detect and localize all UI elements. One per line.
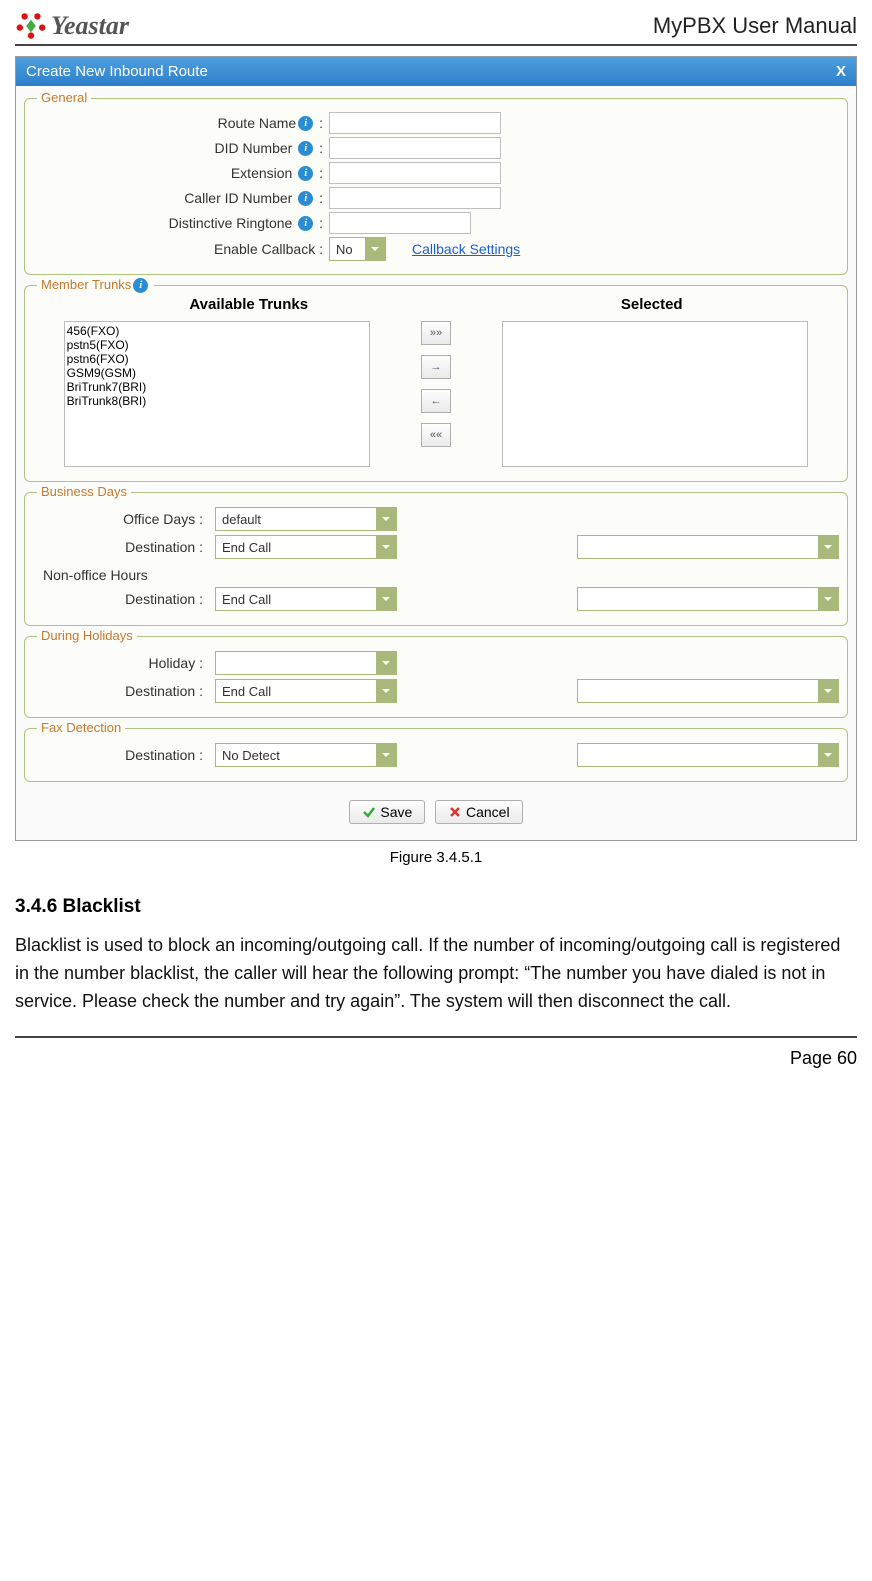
list-item[interactable]: 456(FXO) (67, 324, 367, 338)
chevron-down-icon (818, 744, 838, 766)
save-button[interactable]: Save (349, 800, 425, 824)
logo-text: Yeastar (51, 11, 129, 41)
figure-caption: Figure 3.4.5.1 (15, 849, 857, 866)
page-footer: Page 60 (15, 1036, 857, 1069)
info-icon[interactable]: i (133, 278, 148, 293)
info-icon[interactable]: i (298, 116, 313, 131)
page-number: Page 60 (790, 1048, 857, 1068)
extension-label: Extension (231, 165, 292, 181)
modal-close-button[interactable]: X (836, 63, 846, 80)
info-icon[interactable]: i (298, 141, 313, 156)
holiday-destination-select[interactable]: End Call (215, 679, 397, 703)
chevron-down-icon (376, 588, 396, 610)
holiday-destination-target-select[interactable] (577, 679, 839, 703)
selected-trunks-header: Selected (621, 296, 683, 313)
colon: : (319, 190, 323, 206)
check-icon (362, 805, 376, 819)
office-days-select[interactable]: default (215, 507, 397, 531)
modal-actions: Save Cancel (24, 792, 848, 832)
colon: : (319, 241, 323, 257)
move-right-button[interactable]: → (421, 355, 451, 379)
colon: : (319, 165, 323, 181)
distinctive-ringtone-input[interactable] (329, 212, 471, 234)
chevron-down-icon (818, 680, 838, 702)
list-item[interactable]: GSM9(GSM) (67, 366, 367, 380)
chevron-down-icon (376, 536, 396, 558)
logo: Yeastar (15, 10, 129, 42)
route-name-label: Route Name (218, 115, 297, 131)
member-trunks-fieldset: Member Trunksi Available Trunks Selected… (24, 285, 848, 482)
list-item[interactable]: BriTrunk8(BRI) (67, 394, 367, 408)
business-days-fieldset: Business Days Office Days : default Dest… (24, 492, 848, 626)
office-days-label: Office Days (123, 511, 195, 527)
chevron-down-icon (376, 652, 396, 674)
destination-label: Destination (125, 747, 195, 763)
chevron-down-icon (365, 238, 385, 260)
fax-destination-select[interactable]: No Detect (215, 743, 397, 767)
member-trunks-legend: Member Trunksi (37, 277, 154, 293)
doc-title: MyPBX User Manual (653, 13, 857, 39)
colon: : (319, 215, 323, 231)
available-trunks-list[interactable]: 456(FXO) pstn5(FXO) pstn6(FXO) GSM9(GSM)… (64, 321, 370, 467)
chevron-down-icon (818, 536, 838, 558)
doc-header: Yeastar MyPBX User Manual (15, 10, 857, 46)
x-icon (448, 805, 462, 819)
chevron-down-icon (376, 508, 396, 530)
distinctive-ringtone-label: Distinctive Ringtone (169, 215, 293, 231)
holiday-select[interactable] (215, 651, 397, 675)
enable-callback-label: Enable Callback (214, 241, 315, 257)
chevron-down-icon (376, 744, 396, 766)
callback-settings-link[interactable]: Callback Settings (412, 241, 520, 257)
did-number-label: DID Number (215, 140, 293, 156)
list-item[interactable]: pstn5(FXO) (67, 338, 367, 352)
info-icon[interactable]: i (298, 166, 313, 181)
non-office-destination-select[interactable]: End Call (215, 587, 397, 611)
general-fieldset: General Route Namei : DID Number i : (24, 98, 848, 275)
modal-title-text: Create New Inbound Route (26, 63, 208, 80)
selected-trunks-list[interactable] (502, 321, 808, 467)
enable-callback-select[interactable]: No (329, 237, 386, 261)
bd-destination-target-select[interactable] (577, 535, 839, 559)
colon: : (319, 140, 323, 156)
info-icon[interactable]: i (298, 216, 313, 231)
destination-label: Destination (125, 683, 195, 699)
section-paragraph: Blacklist is used to block an incoming/o… (15, 932, 857, 1016)
business-days-legend: Business Days (37, 484, 131, 499)
holiday-label: Holiday (149, 655, 196, 671)
fax-detection-fieldset: Fax Detection Destination : No Detect (24, 728, 848, 782)
caller-id-label: Caller ID Number (184, 190, 292, 206)
colon: : (319, 115, 323, 131)
destination-label: Destination (125, 591, 195, 607)
during-holidays-legend: During Holidays (37, 628, 137, 643)
route-name-input[interactable] (329, 112, 501, 134)
list-item[interactable]: BriTrunk7(BRI) (67, 380, 367, 394)
did-number-input[interactable] (329, 137, 501, 159)
modal-titlebar: Create New Inbound Route X (16, 57, 856, 86)
info-icon[interactable]: i (298, 191, 313, 206)
general-legend: General (37, 90, 91, 105)
bd-destination-select[interactable]: End Call (215, 535, 397, 559)
chevron-down-icon (376, 680, 396, 702)
chevron-down-icon (818, 588, 838, 610)
extension-input[interactable] (329, 162, 501, 184)
non-office-destination-target-select[interactable] (577, 587, 839, 611)
move-left-button[interactable]: ← (421, 389, 451, 413)
available-trunks-header: Available Trunks (189, 296, 308, 313)
section-title: 3.4.6 Blacklist (15, 896, 857, 918)
fax-destination-target-select[interactable] (577, 743, 839, 767)
fax-detection-legend: Fax Detection (37, 720, 125, 735)
destination-label: Destination (125, 539, 195, 555)
caller-id-input[interactable] (329, 187, 501, 209)
list-item[interactable]: pstn6(FXO) (67, 352, 367, 366)
during-holidays-fieldset: During Holidays Holiday : Destination : … (24, 636, 848, 718)
inbound-route-modal: Create New Inbound Route X General Route… (15, 56, 857, 841)
move-all-right-button[interactable]: »» (421, 321, 451, 345)
non-office-hours-label: Non-office Hours (43, 567, 839, 583)
cancel-button[interactable]: Cancel (435, 800, 523, 824)
yeastar-logo-icon (15, 10, 47, 42)
move-all-left-button[interactable]: «« (421, 423, 451, 447)
